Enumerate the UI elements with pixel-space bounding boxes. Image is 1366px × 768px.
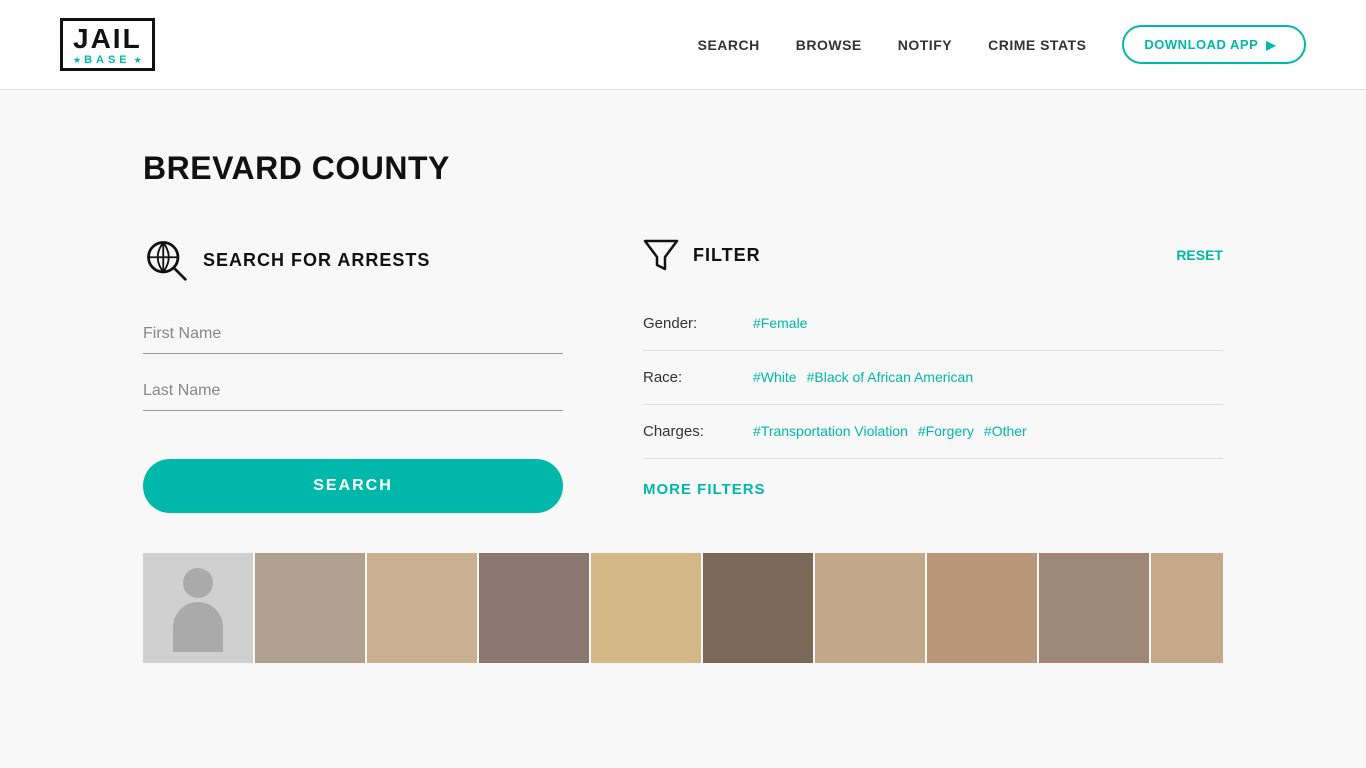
search-header: SEARCH FOR ARRESTS xyxy=(143,237,563,283)
mugshot-7[interactable] xyxy=(927,553,1037,663)
nav-search[interactable]: SEARCH xyxy=(698,37,760,53)
mugshots-strip xyxy=(143,553,1223,663)
page-title: BREVARD COUNTY xyxy=(143,150,1223,187)
logo-base-text: BASE xyxy=(84,54,131,66)
mugshot-5[interactable] xyxy=(703,553,813,663)
last-name-group xyxy=(143,372,563,411)
first-name-group xyxy=(143,315,563,354)
first-name-input[interactable] xyxy=(143,315,563,354)
gender-label: Gender: xyxy=(643,315,733,332)
female-tag[interactable]: #Female xyxy=(753,315,807,331)
transportation-tag[interactable]: #Transportation Violation xyxy=(753,423,908,439)
forgery-tag[interactable]: #Forgery xyxy=(918,423,974,439)
other-tag[interactable]: #Other xyxy=(984,423,1027,439)
filter-heading: FILTER xyxy=(693,245,761,266)
charges-label: Charges: xyxy=(643,423,733,440)
nav-crime-stats[interactable]: CRIME STATS xyxy=(988,37,1086,53)
charges-tags: #Transportation Violation #Forgery #Othe… xyxy=(753,423,1027,439)
play-icon: ▶ xyxy=(1266,38,1276,52)
mugshot-placeholder[interactable] xyxy=(143,553,253,663)
mugshot-2[interactable] xyxy=(367,553,477,663)
mugshot-1[interactable] xyxy=(255,553,365,663)
search-section-heading: SEARCH FOR ARRESTS xyxy=(203,250,430,271)
mugshot-8[interactable] xyxy=(1039,553,1149,663)
main-nav: SEARCH BROWSE NOTIFY CRIME STATS DOWNLOA… xyxy=(698,25,1306,64)
main-content: BREVARD COUNTY SEARCH FOR ARRES xyxy=(83,90,1283,703)
download-app-button[interactable]: DOWNLOAD APP ▶ xyxy=(1122,25,1306,64)
logo-jail-text: JAIL xyxy=(73,25,142,53)
mugshot-6[interactable] xyxy=(815,553,925,663)
more-filters-link[interactable]: MORE FILTERS xyxy=(643,481,766,498)
search-magnifier-icon xyxy=(143,237,189,283)
mugshot-3[interactable] xyxy=(479,553,589,663)
race-filter-row: Race: #White #Black of African American xyxy=(643,351,1223,405)
filter-column: FILTER RESET Gender: #Female Race: #Whit… xyxy=(643,237,1223,499)
mugshot-9[interactable] xyxy=(1151,553,1223,663)
nav-notify[interactable]: NOTIFY xyxy=(898,37,952,53)
person-silhouette-icon xyxy=(168,568,228,648)
logo-star-right: ★ xyxy=(134,55,142,66)
filter-header-left: FILTER xyxy=(643,237,761,273)
filter-header: FILTER RESET xyxy=(643,237,1223,273)
reset-link[interactable]: RESET xyxy=(1176,247,1223,263)
filter-funnel-icon xyxy=(643,237,679,273)
logo[interactable]: JAIL ★ BASE ★ xyxy=(60,18,155,71)
race-label: Race: xyxy=(643,369,733,386)
charges-filter-row: Charges: #Transportation Violation #Forg… xyxy=(643,405,1223,459)
search-filter-section: SEARCH FOR ARRESTS SEARCH FILTER RESET xyxy=(143,237,1223,513)
site-header: JAIL ★ BASE ★ SEARCH BROWSE NOTIFY CRIME… xyxy=(0,0,1366,90)
black-tag[interactable]: #Black of African American xyxy=(807,369,974,385)
race-tags: #White #Black of African American xyxy=(753,369,973,385)
nav-browse[interactable]: BROWSE xyxy=(796,37,862,53)
search-button[interactable]: SEARCH xyxy=(143,459,563,513)
download-app-label: DOWNLOAD APP xyxy=(1144,37,1258,52)
white-tag[interactable]: #White xyxy=(753,369,797,385)
mugshot-4[interactable] xyxy=(591,553,701,663)
gender-tags: #Female xyxy=(753,315,807,331)
last-name-input[interactable] xyxy=(143,372,563,411)
search-column: SEARCH FOR ARRESTS SEARCH xyxy=(143,237,563,513)
logo-star-left: ★ xyxy=(73,55,81,66)
gender-filter-row: Gender: #Female xyxy=(643,297,1223,351)
